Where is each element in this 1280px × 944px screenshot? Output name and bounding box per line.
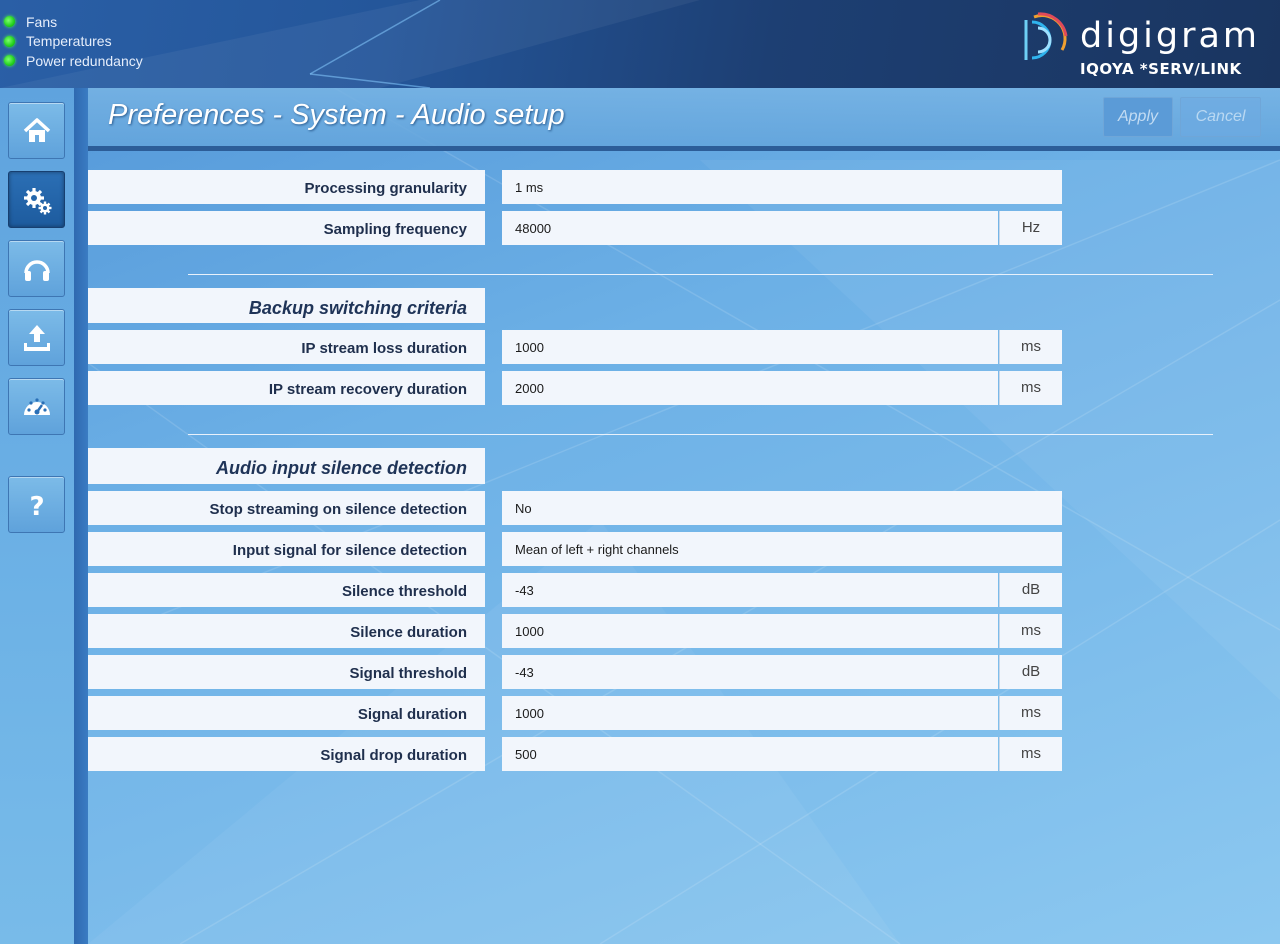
status-label: Power redundancy (26, 52, 143, 69)
product-name: IQOYA *SERV/LINK (1080, 60, 1242, 78)
field-label: Signal threshold (88, 655, 485, 689)
unit-label: dB (999, 573, 1062, 607)
apply-button[interactable]: Apply (1103, 97, 1173, 137)
silence-threshold-input[interactable]: -43 (502, 573, 998, 607)
help-icon: ? (29, 492, 44, 521)
field-label: Stop streaming on silence detection (88, 491, 485, 525)
status-label: Fans (26, 13, 58, 30)
section-title: Audio input silence detection (88, 448, 485, 484)
home-icon (23, 117, 50, 142)
top-header: Fans Temperatures Power redundancy digig… (0, 0, 1280, 88)
headphones-icon (23, 259, 50, 281)
upload-icon (23, 324, 50, 351)
field-label: IP stream loss duration (88, 330, 485, 364)
brand-logo: digigram IQOYA *SERV/LINK (1018, 10, 1257, 80)
unit-label: ms (999, 371, 1062, 405)
field-label: Silence duration (88, 614, 485, 648)
field-label: Sampling frequency (88, 211, 485, 245)
section-title: Backup switching criteria (88, 288, 485, 323)
ip-stream-loss-input[interactable]: 1000 (502, 330, 998, 364)
gauge-icon (23, 397, 50, 415)
status-ok-icon (4, 35, 15, 47)
main-content: Preferences - System - Audio setup Apply… (88, 88, 1280, 944)
status-power-redundancy: Power redundancy (4, 51, 143, 71)
brand-name: digigram (1080, 16, 1261, 56)
field-label: Input signal for silence detection (88, 532, 485, 566)
status-ok-icon (4, 55, 15, 67)
nav-settings-button[interactable] (8, 171, 65, 228)
unit-label: Hz (999, 211, 1062, 245)
unit-label: ms (999, 330, 1062, 364)
cancel-button[interactable]: Cancel (1180, 97, 1261, 137)
unit-label: ms (999, 614, 1062, 648)
gears-icon (23, 187, 51, 214)
page-titlebar: Preferences - System - Audio setup Apply… (88, 88, 1280, 151)
digigram-logo-icon (1024, 12, 1068, 60)
input-signal-select[interactable]: Mean of left + right channels (502, 532, 1062, 566)
field-label: Silence threshold (88, 573, 485, 607)
status-temperatures: Temperatures (4, 32, 143, 52)
field-label: IP stream recovery duration (88, 371, 485, 405)
svg-text:?: ? (29, 492, 44, 521)
sampling-frequency-input[interactable]: 48000 (502, 211, 998, 245)
unit-label: ms (999, 737, 1062, 771)
unit-label: dB (999, 655, 1062, 689)
field-label: Signal drop duration (88, 737, 485, 771)
unit-label: ms (999, 696, 1062, 730)
ip-stream-recovery-input[interactable]: 2000 (502, 371, 998, 405)
nav-monitoring-button[interactable] (8, 378, 65, 435)
nav-audio-button[interactable] (8, 240, 65, 297)
page-title: Preferences - System - Audio setup (108, 99, 565, 131)
status-ok-icon (4, 16, 15, 28)
sidebar-separator (74, 88, 88, 944)
status-label: Temperatures (26, 33, 112, 50)
signal-drop-duration-input[interactable]: 500 (502, 737, 998, 771)
field-label: Processing granularity (88, 170, 485, 204)
nav-upload-button[interactable] (8, 309, 65, 366)
silence-duration-input[interactable]: 1000 (502, 614, 998, 648)
signal-threshold-input[interactable]: -43 (502, 655, 998, 689)
status-fans: Fans (4, 12, 143, 32)
sidebar: ? (0, 88, 75, 944)
stop-streaming-select[interactable]: No (502, 491, 1062, 525)
signal-duration-input[interactable]: 1000 (502, 696, 998, 730)
nav-help-button[interactable]: ? (8, 476, 65, 533)
nav-home-button[interactable] (8, 102, 65, 159)
status-indicators: Fans Temperatures Power redundancy (4, 12, 143, 71)
section-divider (188, 434, 1213, 435)
field-label: Signal duration (88, 696, 485, 730)
section-divider (188, 274, 1213, 275)
processing-granularity-select[interactable]: 1 ms (502, 170, 1062, 204)
